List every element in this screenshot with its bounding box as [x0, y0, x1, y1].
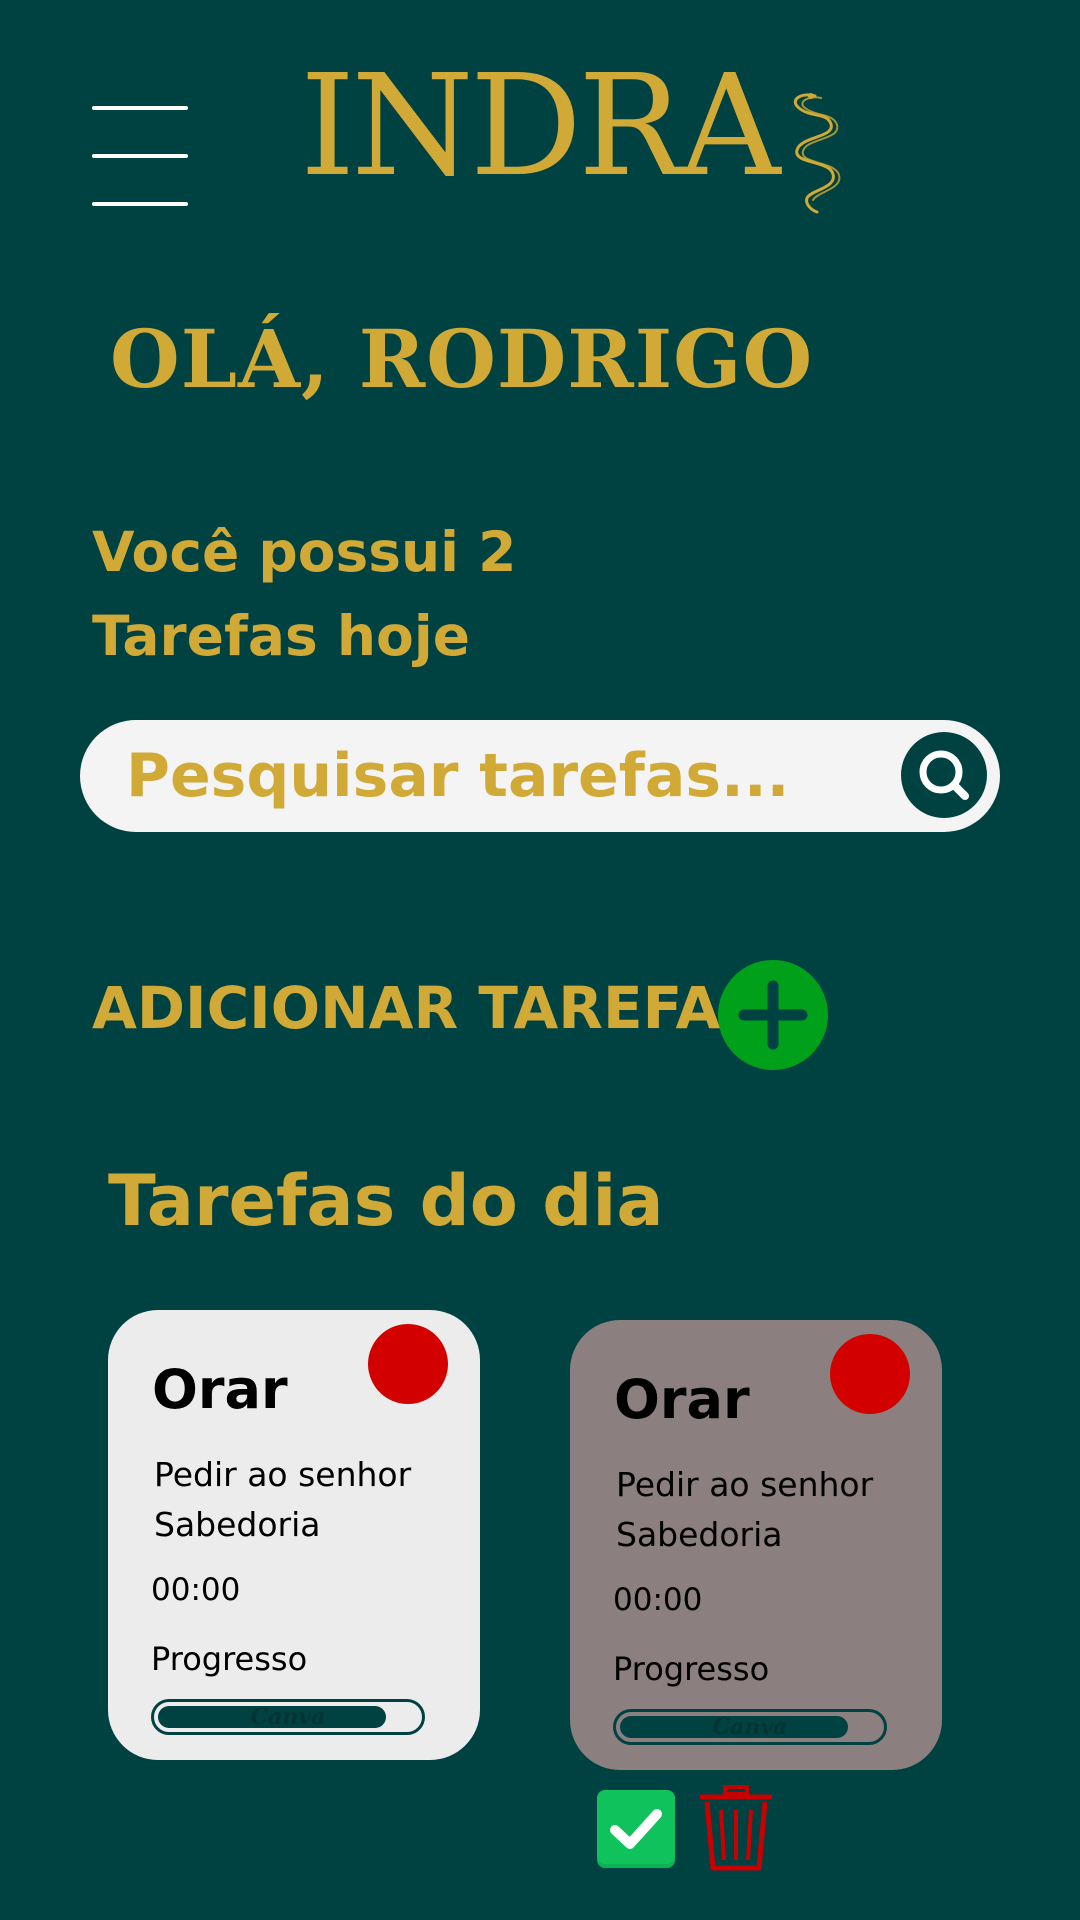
- add-task-button[interactable]: [718, 960, 828, 1070]
- search-input[interactable]: [126, 734, 946, 818]
- progress-label: Progresso: [613, 1650, 770, 1688]
- snake-icon: [793, 93, 840, 214]
- search-button[interactable]: [901, 732, 987, 818]
- tasks-summary-line-1: Você possui 2: [92, 520, 517, 584]
- section-title: Tarefas do dia: [108, 1160, 664, 1242]
- progress-label: Progresso: [151, 1640, 308, 1678]
- task-time: 00:00: [613, 1582, 703, 1618]
- task-title: Orar: [152, 1358, 288, 1421]
- app-logo: INDRA: [300, 45, 843, 214]
- tasks-summary-line-2: Tarefas hoje: [92, 604, 470, 668]
- search-bar: [80, 720, 1000, 832]
- progress-bar: Canva: [613, 1709, 887, 1745]
- task-title: Orar: [614, 1368, 750, 1431]
- progress-watermark: Canva: [712, 1714, 788, 1740]
- trash-icon[interactable]: [697, 1784, 775, 1872]
- greeting: OLÁ, RODRIGO: [110, 312, 814, 406]
- progress-bar: Canva: [151, 1699, 425, 1735]
- add-task-label[interactable]: ADICIONAR TAREFA: [92, 974, 720, 1042]
- task-card[interactable]: Orar Pedir ao senhor Sabedoria 00:00 Pro…: [108, 1310, 480, 1760]
- search-icon: [919, 750, 969, 800]
- progress-watermark: Canva: [250, 1704, 326, 1730]
- status-indicator: [368, 1324, 448, 1404]
- task-card[interactable]: Orar Pedir ao senhor Sabedoria 00:00 Pro…: [570, 1320, 942, 1770]
- checkmark-icon: [610, 1809, 662, 1849]
- task-description: Pedir ao senhor Sabedoria: [616, 1465, 874, 1554]
- complete-task-button[interactable]: [597, 1790, 675, 1868]
- tasks-summary: Você possui 2 Tarefas hoje: [92, 510, 792, 678]
- status-indicator: [830, 1334, 910, 1414]
- logo-text: INDRA: [300, 45, 781, 208]
- hamburger-menu-icon[interactable]: [92, 104, 190, 208]
- plus-icon: [738, 980, 808, 1050]
- task-description: Pedir ao senhor Sabedoria: [154, 1455, 412, 1544]
- task-time: 00:00: [151, 1572, 241, 1608]
